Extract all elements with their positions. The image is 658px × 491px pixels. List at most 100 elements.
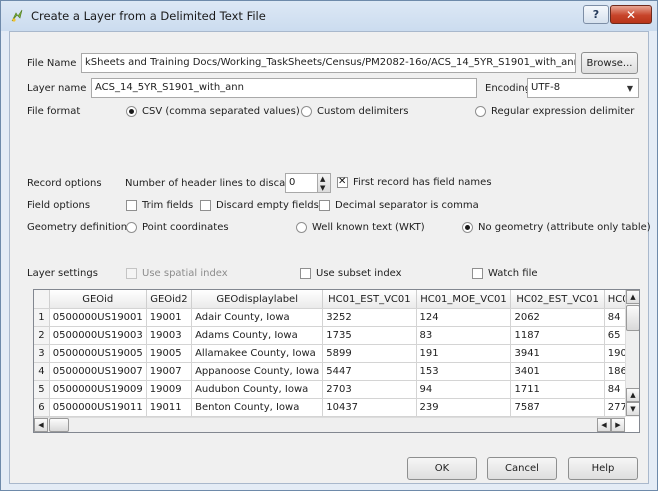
table-cell[interactable]: 3941 <box>510 344 605 363</box>
table-cell[interactable]: 0500000US19003 <box>49 326 147 345</box>
cancel-button[interactable]: Cancel <box>487 457 557 480</box>
row-number[interactable]: 6 <box>34 398 50 417</box>
table-cell[interactable]: 153 <box>416 362 512 381</box>
table-row: 1 0500000US19001 19001 Adair County, Iow… <box>34 308 639 327</box>
scroll-down-icon[interactable]: ▼ <box>626 402 639 416</box>
help-title-button[interactable]: ? <box>583 5 609 24</box>
scroll-up-icon[interactable]: ▲ <box>626 290 639 304</box>
table-cell[interactable]: Allamakee County, Iowa <box>191 344 324 363</box>
row-number[interactable]: 3 <box>34 344 50 363</box>
column-header[interactable]: GEOid <box>49 290 147 309</box>
trim-fields-label: Trim fields <box>142 200 194 211</box>
table-cell[interactable]: Adams County, Iowa <box>191 326 324 345</box>
table-cell[interactable]: Adair County, Iowa <box>191 308 324 327</box>
wkt-radio[interactable] <box>296 222 307 233</box>
vertical-scroll-thumb[interactable] <box>626 305 639 331</box>
decimal-comma-checkbox[interactable] <box>319 200 330 211</box>
scroll-up-icon[interactable]: ▲ <box>626 388 639 402</box>
table-cell[interactable]: Audubon County, Iowa <box>191 380 324 399</box>
horizontal-scroll-thumb[interactable] <box>49 418 69 432</box>
table-cell[interactable]: 1187 <box>510 326 605 345</box>
table-cell[interactable]: 19003 <box>146 326 193 345</box>
row-number[interactable]: 5 <box>34 380 50 399</box>
column-header[interactable]: HC01_MOE_VC01 <box>416 290 512 309</box>
record-options-label: Record options <box>27 178 102 189</box>
table-cell[interactable]: 3252 <box>322 308 417 327</box>
table-cell[interactable]: 239 <box>416 398 512 417</box>
scroll-left-icon[interactable]: ◀ <box>34 418 48 432</box>
row-number[interactable]: 1 <box>34 308 50 327</box>
column-header[interactable]: GEOid2 <box>146 290 193 309</box>
table-cell[interactable]: 124 <box>416 308 512 327</box>
custom-delimiters-radio[interactable] <box>301 106 312 117</box>
table-cell[interactable]: 10437 <box>322 398 417 417</box>
layer-settings-label: Layer settings <box>27 268 98 279</box>
column-header[interactable]: GEOdisplaylabel <box>191 290 324 309</box>
ok-button[interactable]: OK <box>407 457 477 480</box>
table-cell[interactable]: 19009 <box>146 380 193 399</box>
spin-up-icon: ▲ <box>320 175 326 183</box>
table-cell[interactable]: 2062 <box>510 308 605 327</box>
layer-name-input[interactable]: ACS_14_5YR_S1901_with_ann <box>91 78 477 98</box>
first-record-checkbox[interactable] <box>337 176 348 188</box>
table-cell[interactable]: 1711 <box>510 380 605 399</box>
browse-button[interactable]: Browse... <box>581 52 638 74</box>
row-number[interactable]: 4 <box>34 362 50 381</box>
watch-file-checkbox[interactable] <box>472 268 483 279</box>
table-cell[interactable]: 19007 <box>146 362 193 381</box>
table-cell[interactable]: 0500000US19009 <box>49 380 147 399</box>
trim-fields-checkbox[interactable] <box>126 200 137 211</box>
vertical-scrollbar[interactable]: ▲ ▲ ▼ <box>625 290 639 417</box>
table-cell[interactable]: 191 <box>416 344 512 363</box>
table-cell[interactable]: 5447 <box>322 362 417 381</box>
header-lines-stepper[interactable]: 0 <box>285 173 318 193</box>
table-cell[interactable]: 2703 <box>322 380 417 399</box>
layer-name-label: Layer name <box>27 83 87 94</box>
close-button[interactable]: ✕ <box>610 5 652 24</box>
horizontal-scrollbar[interactable]: ◀ ◀ ▶ <box>34 417 625 432</box>
table-cell[interactable]: 7587 <box>510 398 605 417</box>
no-geometry-radio[interactable] <box>462 222 473 233</box>
encoding-value: UTF-8 <box>531 82 561 93</box>
help-button[interactable]: Help <box>568 457 638 480</box>
table-cell[interactable]: 94 <box>416 380 512 399</box>
decimal-comma-label: Decimal separator is comma <box>335 200 479 211</box>
table-cell[interactable]: 19001 <box>146 308 193 327</box>
table-cell[interactable]: 0500000US19005 <box>49 344 147 363</box>
sample-data-table[interactable]: GEOid GEOid2 GEOdisplaylabel HC01_EST_VC… <box>33 289 640 433</box>
table-cell[interactable]: 0500000US19001 <box>49 308 147 327</box>
column-header[interactable]: HC01_EST_VC01 <box>322 290 417 309</box>
column-header[interactable]: HC02_EST_VC01 <box>510 290 605 309</box>
header-lines-spin[interactable]: ▲ ▼ <box>318 173 331 193</box>
table-cell[interactable]: 0500000US19007 <box>49 362 147 381</box>
subset-index-label: Use subset index <box>316 268 402 279</box>
point-coordinates-radio[interactable] <box>126 222 137 233</box>
qgis-icon <box>11 9 23 22</box>
spatial-index-checkbox[interactable] <box>126 268 137 279</box>
point-coordinates-label: Point coordinates <box>142 222 229 233</box>
csv-radio[interactable] <box>126 106 137 117</box>
table-cell[interactable]: 1735 <box>322 326 417 345</box>
scroll-right-icon[interactable]: ▶ <box>611 418 625 432</box>
regex-delimiter-radio[interactable] <box>475 106 486 117</box>
scroll-left-icon[interactable]: ◀ <box>597 418 611 432</box>
encoding-select[interactable]: UTF-8 ▼ <box>527 78 639 98</box>
title-bar: Create a Layer from a Delimited Text Fil… <box>1 1 657 31</box>
window-title: Create a Layer from a Delimited Text Fil… <box>31 9 266 23</box>
table-cell[interactable]: 83 <box>416 326 512 345</box>
table-cell[interactable]: 19005 <box>146 344 193 363</box>
table-corner[interactable] <box>34 290 50 309</box>
table-cell[interactable]: 5899 <box>322 344 417 363</box>
file-format-label: File format <box>27 106 81 117</box>
discard-empty-checkbox[interactable] <box>200 200 211 211</box>
file-name-input[interactable]: kSheets and Training Docs/Working_TaskSh… <box>81 53 576 73</box>
subset-index-checkbox[interactable] <box>300 268 311 279</box>
table-cell[interactable]: 3401 <box>510 362 605 381</box>
table-cell[interactable]: Benton County, Iowa <box>191 398 324 417</box>
dialog-body: File Name kSheets and Training Docs/Work… <box>9 31 651 484</box>
table-cell[interactable]: 19011 <box>146 398 193 417</box>
table-cell[interactable]: Appanoose County, Iowa <box>191 362 324 381</box>
table-cell[interactable]: 0500000US19011 <box>49 398 147 417</box>
row-number[interactable]: 2 <box>34 326 50 345</box>
table-row: 3 0500000US19005 19005 Allamakee County,… <box>34 344 639 363</box>
